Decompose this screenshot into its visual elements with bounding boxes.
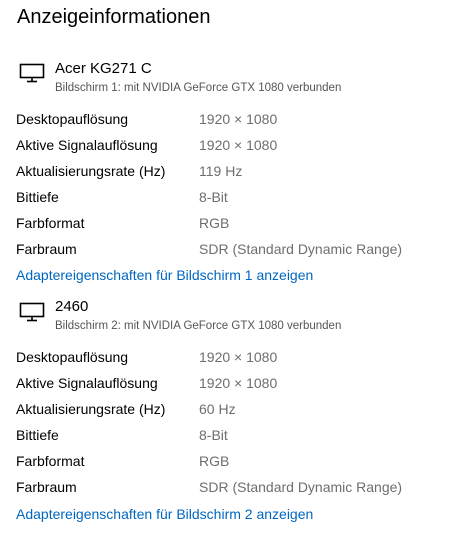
info-row-desktop-resolution: Desktopauflösung 1920 × 1080 — [0, 345, 462, 369]
info-row-refresh-rate: Aktualisierungsrate (Hz) 119 Hz — [0, 159, 462, 183]
info-row-desktop-resolution: Desktopauflösung 1920 × 1080 — [0, 107, 462, 131]
info-row-color-space: Farbraum SDR (Standard Dynamic Range) — [0, 475, 462, 499]
row-label: Farbformat — [16, 453, 85, 469]
monitor-connection-subtitle: Bildschirm 1: mit NVIDIA GeForce GTX 108… — [55, 82, 342, 94]
monitor-icon — [19, 63, 45, 83]
info-row-color-format: Farbformat RGB — [0, 211, 462, 235]
row-label: Desktopauflösung — [16, 111, 129, 127]
info-row-active-signal-resolution: Aktive Signalauflösung 1920 × 1080 — [0, 133, 462, 157]
row-value: 60 Hz — [199, 401, 236, 417]
row-value: 1920 × 1080 — [199, 137, 278, 153]
row-label: Bittiefe — [16, 189, 59, 205]
row-label: Aktive Signalauflösung — [16, 375, 158, 391]
info-row-bit-depth: Bittiefe 8-Bit — [0, 423, 462, 447]
row-label: Desktopauflösung — [16, 349, 129, 365]
display-information-page: Anzeigeinformationen Acer KG271 C Bildsc… — [0, 0, 462, 535]
row-value: RGB — [199, 215, 230, 231]
row-value: 1920 × 1080 — [199, 375, 278, 391]
info-row-bit-depth: Bittiefe 8-Bit — [0, 185, 462, 209]
row-value: 8-Bit — [199, 189, 228, 205]
adapter-properties-link-1[interactable]: Adaptereigenschaften für Bildschirm 1 an… — [16, 265, 313, 285]
monitor-name: Acer KG271 C — [55, 60, 152, 77]
row-value: 119 Hz — [199, 163, 243, 179]
row-value: SDR (Standard Dynamic Range) — [199, 241, 403, 257]
row-label: Bittiefe — [16, 427, 59, 443]
page-title: Anzeigeinformationen — [17, 6, 211, 28]
row-label: Farbraum — [16, 241, 77, 257]
row-label: Farbraum — [16, 479, 77, 495]
row-value: 1920 × 1080 — [199, 349, 278, 365]
row-value: 8-Bit — [199, 427, 228, 443]
row-value: 1920 × 1080 — [199, 111, 278, 127]
info-row-active-signal-resolution: Aktive Signalauflösung 1920 × 1080 — [0, 371, 462, 395]
monitor-name: 2460 — [55, 298, 89, 315]
info-row-color-space: Farbraum SDR (Standard Dynamic Range) — [0, 237, 462, 261]
monitor-connection-subtitle: Bildschirm 2: mit NVIDIA GeForce GTX 108… — [55, 320, 342, 332]
info-row-refresh-rate: Aktualisierungsrate (Hz) 60 Hz — [0, 397, 462, 421]
row-value: RGB — [199, 453, 230, 469]
row-label: Aktive Signalauflösung — [16, 137, 158, 153]
row-label: Farbformat — [16, 215, 85, 231]
row-label: Aktualisierungsrate (Hz) — [16, 163, 166, 179]
info-row-color-format: Farbformat RGB — [0, 449, 462, 473]
monitor-icon — [19, 302, 45, 322]
row-value: SDR (Standard Dynamic Range) — [199, 479, 403, 495]
adapter-properties-link-2[interactable]: Adaptereigenschaften für Bildschirm 2 an… — [16, 504, 313, 524]
row-label: Aktualisierungsrate (Hz) — [16, 401, 166, 417]
